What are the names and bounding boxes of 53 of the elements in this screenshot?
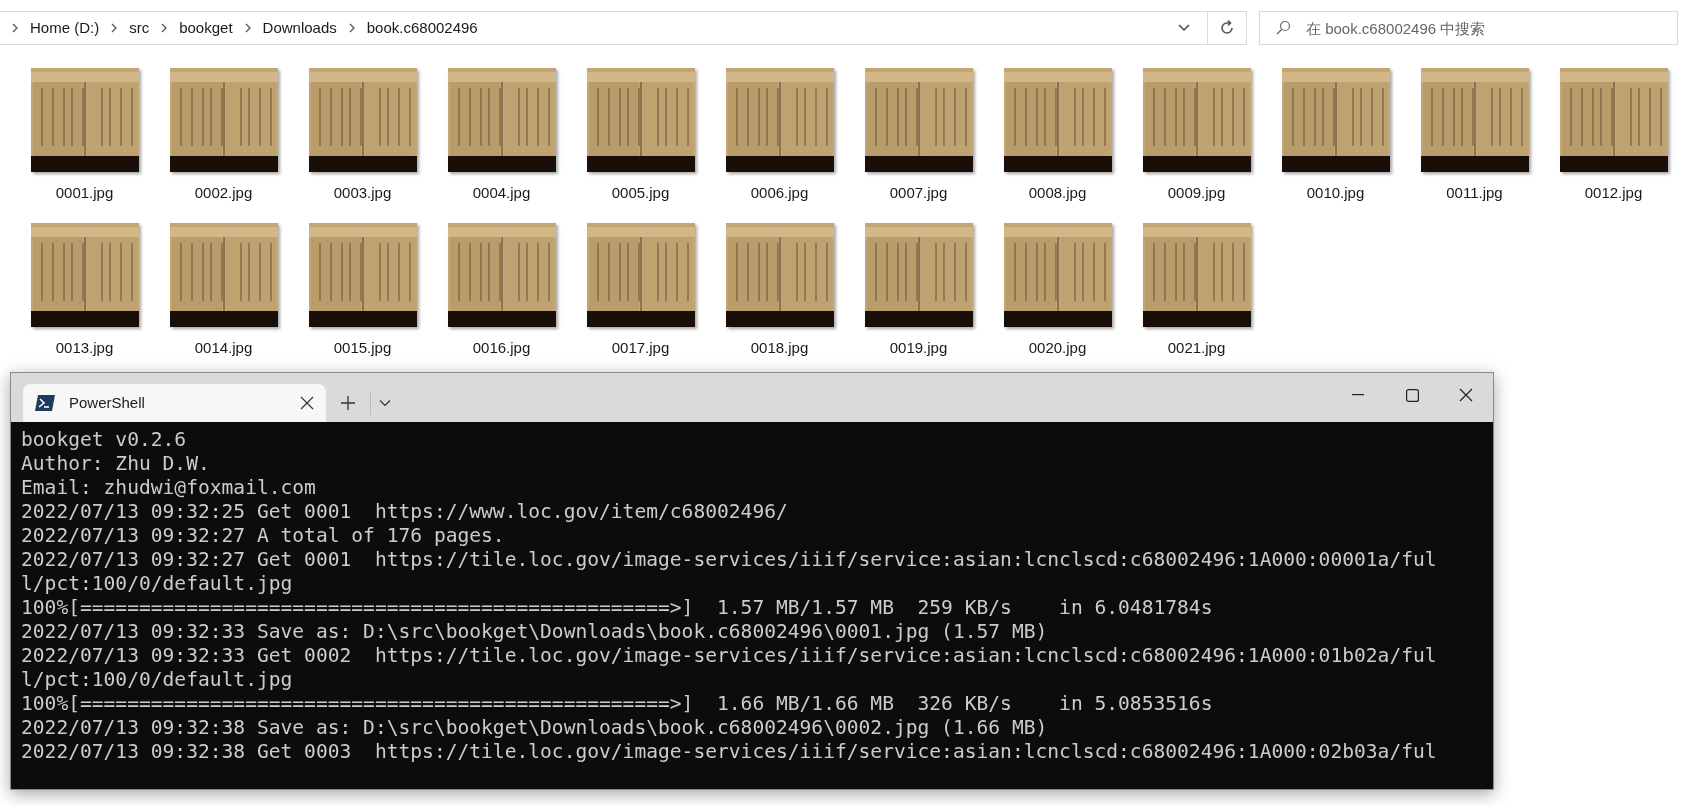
minimize-icon xyxy=(1352,394,1364,396)
terminal-line: 2022/07/13 09:32:38 Save as: D:\src\bookget\Downloads\book.c68002496\0002.jpg (1.66 MB) xyxy=(21,716,1048,740)
file-name[interactable]: 0011.jpg xyxy=(1446,182,1503,205)
breadcrumb-item[interactable]: bookget xyxy=(179,16,233,40)
refresh-icon xyxy=(1218,19,1236,37)
terminal-line: Author: Zhu D.W. xyxy=(21,452,210,476)
dropdown-icon[interactable] xyxy=(379,399,391,407)
terminal-line: l/pct:100/0/default.jpg xyxy=(21,572,293,596)
file-name[interactable]: 0006.jpg xyxy=(750,182,809,205)
terminal-tab[interactable]: PowerShell xyxy=(23,384,326,422)
file-name[interactable]: 0019.jpg xyxy=(889,336,948,359)
file-name[interactable]: 0010.jpg xyxy=(1306,182,1365,205)
file-name[interactable]: 0013.jpg xyxy=(55,336,114,359)
terminal-line: 100%[==================================================>] 1.66 MB/1.66 MB 326 KB/s in 5.0853516s xyxy=(21,692,1213,716)
file-name[interactable]: 0014.jpg xyxy=(194,336,253,359)
file-name[interactable]: 0004.jpg xyxy=(472,182,531,205)
search-icon xyxy=(1275,20,1291,36)
terminal-line: bookget v0.2.6 xyxy=(21,428,187,452)
file-name[interactable]: 0015.jpg xyxy=(333,336,392,359)
file-name[interactable]: 0007.jpg xyxy=(889,182,948,205)
file-name[interactable]: 0001.jpg xyxy=(55,182,114,205)
close-icon xyxy=(1459,388,1473,402)
terminal-line: 2022/07/13 09:32:27 A total of 176 pages. xyxy=(21,524,505,548)
terminal-line: 2022/07/13 09:32:25 Get 0001 https://www.loc.gov/item/c68002496/ xyxy=(21,500,788,524)
terminal-line: Email: zhudwi@foxmail.com xyxy=(21,476,316,500)
breadcrumb-item[interactable]: book.c68002496 xyxy=(366,16,478,40)
breadcrumb-item[interactable]: src xyxy=(129,16,150,40)
terminal-icon xyxy=(35,395,55,411)
breadcrumb-item[interactable]: Home (D:) xyxy=(30,16,100,40)
file-name[interactable]: 0020.jpg xyxy=(1028,336,1087,359)
file-name[interactable]: 0002.jpg xyxy=(194,182,253,205)
terminal-line: 2022/07/13 09:32:38 Get 0003 https://tile.loc.gov/image-services/iiif/service:asian:lcnclscd:c68002496:1A000:02b03a/ful xyxy=(21,740,1437,764)
chevron-icon xyxy=(10,22,20,34)
file-name[interactable]: 0005.jpg xyxy=(611,182,670,205)
file-name[interactable]: 0003.jpg xyxy=(333,182,392,205)
terminal-line: l/pct:100/0/default.jpg xyxy=(21,668,293,692)
terminal-line: 100%[==================================================>] 1.57 MB/1.57 MB 259 KB/s in 6.0481784s xyxy=(21,596,1213,620)
terminal-line: 2022/07/13 09:32:33 Get 0002 https://tile.loc.gov/image-services/iiif/service:asian:lcnclscd:c68002496:1A000:01b02a/ful xyxy=(21,644,1437,668)
terminal-line: 2022/07/13 09:32:27 Get 0001 https://tile.loc.gov/image-services/iiif/service:asian:lcnclscd:c68002496:1A000:00001a/ful xyxy=(21,548,1437,572)
close-icon[interactable] xyxy=(300,396,314,410)
plus-icon[interactable] xyxy=(340,395,356,411)
maximize-icon xyxy=(1405,388,1419,402)
file-name[interactable]: 0009.jpg xyxy=(1167,182,1226,205)
breadcrumb-item[interactable]: Downloads xyxy=(262,16,337,40)
file-name[interactable]: 0016.jpg xyxy=(472,336,531,359)
file-name[interactable]: 0012.jpg xyxy=(1584,182,1643,205)
file-name[interactable]: 0021.jpg xyxy=(1167,336,1226,359)
file-name[interactable]: 0018.jpg xyxy=(750,336,809,359)
file-name[interactable]: 0017.jpg xyxy=(611,336,670,359)
dropdown-icon[interactable] xyxy=(1177,23,1191,33)
search-field[interactable]: 在 book.c68002496 中搜索 xyxy=(1259,11,1678,45)
terminal-line: 2022/07/13 09:32:33 Save as: D:\src\bookget\Downloads\book.c68002496\0001.jpg (1.57 MB) xyxy=(21,620,1048,644)
file-name[interactable]: 0008.jpg xyxy=(1028,182,1087,205)
